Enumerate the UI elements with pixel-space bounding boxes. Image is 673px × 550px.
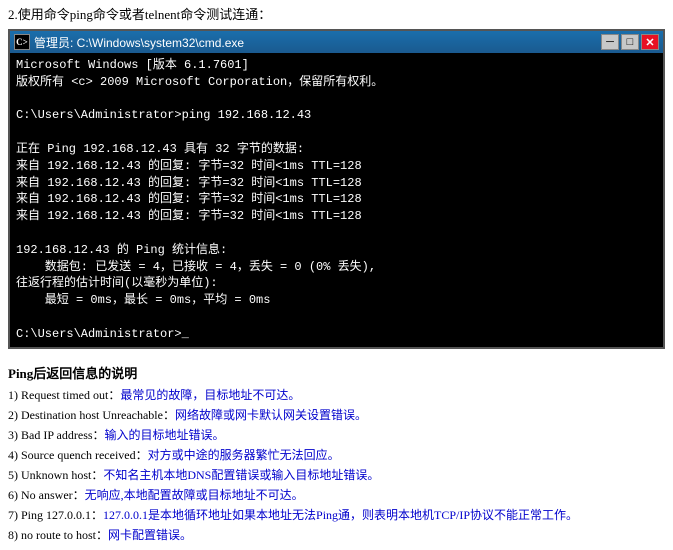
cmd-line-5: 来自 192.168.12.43 的回复: 字节=32 时间<1ms TTL=1…: [16, 158, 657, 175]
cmd-icon-char: C>: [16, 37, 28, 47]
cmd-line-2: 版权所有 <c> 2009 Microsoft Corporation，保留所有…: [16, 74, 657, 91]
ping-item-4-desc: 对方或中途的服务器繁忙无法回应。: [148, 448, 340, 462]
cmd-titlebar: C> 管理员: C:\Windows\system32\cmd.exe ─ □ …: [10, 31, 663, 53]
cmd-line-12: 最短 = 0ms，最长 = 0ms，平均 = 0ms: [16, 292, 657, 309]
cmd-titlebar-left: C> 管理员: C:\Windows\system32\cmd.exe: [14, 34, 244, 51]
ping-item-6-num: 6): [8, 488, 21, 502]
cmd-line-10: 数据包: 已发送 = 4，已接收 = 4，丢失 = 0 (0% 丢失),: [16, 259, 657, 276]
ping-item-2: 2) Destination host Unreachable：网络故障或网卡默…: [8, 406, 665, 424]
ping-item-3-num: 3): [8, 428, 21, 442]
cmd-line-blank-2: [16, 124, 657, 141]
cmd-line-9: 192.168.12.43 的 Ping 统计信息:: [16, 242, 657, 259]
ping-item-2-num: 2): [8, 408, 21, 422]
ping-item-2-label: Destination host Unreachable：: [21, 408, 175, 422]
ping-item-8-desc: 网卡配置错误。: [108, 528, 192, 542]
ping-section-title: Ping后返回信息的说明: [8, 363, 665, 382]
ping-item-1-label: Request timed out：: [21, 388, 120, 402]
ping-item-1: 1) Request timed out：最常见的故障，目标地址不可达。: [8, 386, 665, 404]
cmd-line-1: Microsoft Windows [版本 6.1.7601]: [16, 57, 657, 74]
maximize-button[interactable]: □: [621, 34, 639, 50]
cmd-line-blank-3: [16, 225, 657, 242]
cmd-body: Microsoft Windows [版本 6.1.7601] 版权所有 <c>…: [10, 53, 663, 347]
ping-item-3-desc: 输入的目标地址错误。: [105, 428, 225, 442]
ping-item-8-label: no route to host：: [21, 528, 108, 542]
minimize-button[interactable]: ─: [601, 34, 619, 50]
cmd-line-blank-1: [16, 91, 657, 108]
ping-item-5-desc: 不知名主机本地DNS配置错误或输入目标地址错误。: [103, 468, 379, 482]
ping-item-5-num: 5): [8, 468, 21, 482]
cmd-line-4: 正在 Ping 192.168.12.43 具有 32 字节的数据:: [16, 141, 657, 158]
ping-item-2-desc: 网络故障或网卡默认网关设置错误。: [175, 408, 367, 422]
cmd-line-11: 往返行程的估计时间(以毫秒为单位):: [16, 275, 657, 292]
ping-item-7: 7) Ping 127.0.0.1：127.0.0.1是本地循环地址如果本地址无…: [8, 506, 665, 524]
ping-item-7-num: 7): [8, 508, 21, 522]
instruction-text: 2.使用命令ping命令或者telnent命令测试连通：: [0, 0, 673, 29]
ping-item-1-num: 1): [8, 388, 21, 402]
cmd-window: C> 管理员: C:\Windows\system32\cmd.exe ─ □ …: [8, 29, 665, 349]
ping-item-4: 4) Source quench received：对方或中途的服务器繁忙无法回…: [8, 446, 665, 464]
ping-item-3: 3) Bad IP address：输入的目标地址错误。: [8, 426, 665, 444]
ping-item-8: 8) no route to host：网卡配置错误。: [8, 526, 665, 544]
cmd-titlebar-buttons: ─ □ ✕: [601, 34, 659, 50]
cmd-title-text: 管理员: C:\Windows\system32\cmd.exe: [34, 34, 244, 51]
ping-item-3-label: Bad IP address：: [21, 428, 105, 442]
cmd-line-7: 来自 192.168.12.43 的回复: 字节=32 时间<1ms TTL=1…: [16, 191, 657, 208]
ping-item-7-desc: 127.0.0.1是本地循环地址如果本地址无法Ping通，则表明本地机TCP/I…: [103, 508, 578, 522]
ping-item-6-label: No answer：: [21, 488, 85, 502]
ping-item-5: 5) Unknown host：不知名主机本地DNS配置错误或输入目标地址错误。: [8, 466, 665, 484]
cmd-line-8: 来自 192.168.12.43 的回复: 字节=32 时间<1ms TTL=1…: [16, 208, 657, 225]
cmd-line-13: C:\Users\Administrator>_: [16, 326, 657, 343]
ping-item-4-label: Source quench received：: [21, 448, 148, 462]
ping-item-7-label: Ping 127.0.0.1：: [21, 508, 103, 522]
ping-item-6-desc: 无响应,本地配置故障或目标地址不可达。: [85, 488, 304, 502]
ping-item-4-num: 4): [8, 448, 21, 462]
cmd-line-blank-4: [16, 309, 657, 326]
cmd-line-3: C:\Users\Administrator>ping 192.168.12.4…: [16, 107, 657, 124]
ping-item-1-desc: 最常见的故障，目标地址不可达。: [120, 388, 300, 402]
ping-section: Ping后返回信息的说明 1) Request timed out：最常见的故障…: [0, 357, 673, 550]
ping-item-6: 6) No answer：无响应,本地配置故障或目标地址不可达。: [8, 486, 665, 504]
ping-item-5-label: Unknown host：: [21, 468, 103, 482]
cmd-icon: C>: [14, 34, 30, 50]
cmd-line-6: 来自 192.168.12.43 的回复: 字节=32 时间<1ms TTL=1…: [16, 175, 657, 192]
ping-item-8-num: 8): [8, 528, 21, 542]
close-button[interactable]: ✕: [641, 34, 659, 50]
